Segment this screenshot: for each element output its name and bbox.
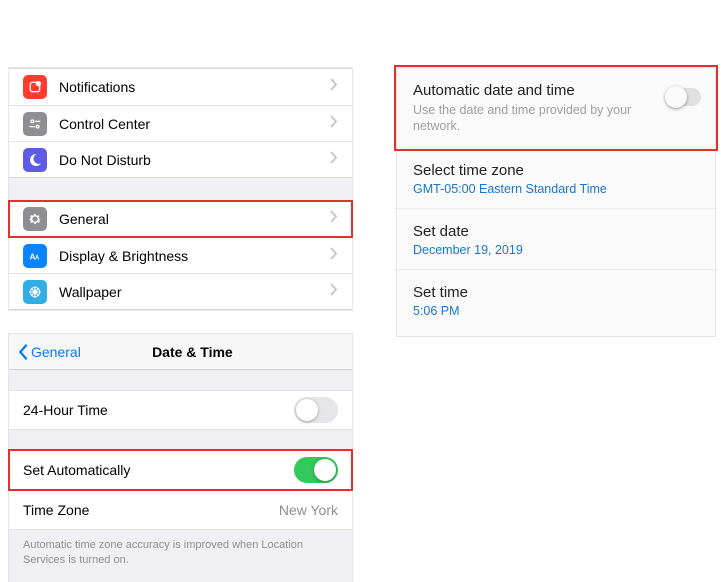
footer-note: Automatic time zone accuracy is improved… — [9, 530, 352, 582]
svg-text:A: A — [35, 255, 40, 261]
chevron-right-icon — [330, 151, 338, 169]
chevron-right-icon — [330, 283, 338, 301]
settings-row-label: Do Not Disturb — [59, 152, 330, 168]
settings-row-label: Display & Brightness — [59, 248, 330, 264]
nav-bar: General Date & Time — [9, 334, 352, 370]
row-title: Select time zone — [413, 162, 699, 179]
settings-row-control-center[interactable]: Control Center — [9, 105, 352, 141]
time-value: 5:06 PM — [413, 304, 699, 318]
row-label: Time Zone — [23, 502, 89, 518]
ios-datetime-panel: General Date & Time 24-Hour Time Set Aut… — [9, 334, 352, 582]
toggle-set-automatically[interactable] — [294, 457, 338, 483]
settings-row-display-brightness[interactable]: AA Display & Brightness — [9, 237, 352, 273]
row-title: Set time — [413, 284, 699, 301]
row-title: Set date — [413, 223, 699, 240]
settings-group-gap — [9, 178, 352, 200]
text-size-icon: AA — [23, 244, 47, 268]
ios-settings-panel: Notifications Control Center Do Not Dist… — [9, 68, 352, 310]
gear-icon — [23, 207, 47, 231]
section-gap — [9, 370, 352, 390]
settings-row-label: Notifications — [59, 79, 330, 95]
settings-row-notifications[interactable]: Notifications — [9, 69, 352, 105]
row-title: Automatic date and time — [413, 82, 699, 99]
row-set-automatically[interactable]: Set Automatically — [9, 450, 352, 490]
date-value: December 19, 2019 — [413, 243, 699, 257]
settings-group-2: General AA Display & Brightness Wallpape… — [9, 200, 352, 310]
notifications-icon — [23, 75, 47, 99]
time-zone-value: GMT-05:00 Eastern Standard Time — [413, 182, 699, 196]
section-gap — [9, 430, 352, 450]
moon-icon — [23, 148, 47, 172]
chevron-right-icon — [330, 247, 338, 265]
chevron-right-icon — [330, 78, 338, 96]
row-label: Set Automatically — [23, 462, 130, 478]
row-automatic-date-time[interactable]: Automatic date and time Use the date and… — [397, 68, 715, 148]
nav-title: Date & Time — [41, 344, 344, 360]
settings-row-label: General — [59, 211, 330, 227]
control-center-icon — [23, 112, 47, 136]
time-zone-value: New York — [279, 502, 338, 518]
settings-row-label: Wallpaper — [59, 284, 330, 300]
chevron-right-icon — [330, 115, 338, 133]
settings-group-1: Notifications Control Center Do Not Dist… — [9, 68, 352, 178]
wallpaper-icon — [23, 280, 47, 304]
android-datetime-panel: Automatic date and time Use the date and… — [397, 68, 715, 336]
row-set-time[interactable]: Set time 5:06 PM — [397, 270, 715, 330]
chevron-right-icon — [330, 210, 338, 228]
toggle-automatic[interactable] — [667, 88, 701, 106]
row-subtitle: Use the date and time provided by your n… — [413, 102, 633, 135]
settings-row-general[interactable]: General — [9, 201, 352, 237]
toggle-24-hour[interactable] — [294, 397, 338, 423]
settings-row-do-not-disturb[interactable]: Do Not Disturb — [9, 141, 352, 177]
settings-row-label: Control Center — [59, 116, 330, 132]
row-time-zone[interactable]: Time Zone New York — [9, 490, 352, 530]
settings-row-wallpaper[interactable]: Wallpaper — [9, 273, 352, 309]
chevron-left-icon — [17, 343, 29, 361]
row-select-time-zone[interactable]: Select time zone GMT-05:00 Eastern Stand… — [397, 148, 715, 209]
row-set-date[interactable]: Set date December 19, 2019 — [397, 209, 715, 270]
row-label: 24-Hour Time — [23, 402, 108, 418]
row-24-hour-time[interactable]: 24-Hour Time — [9, 390, 352, 430]
